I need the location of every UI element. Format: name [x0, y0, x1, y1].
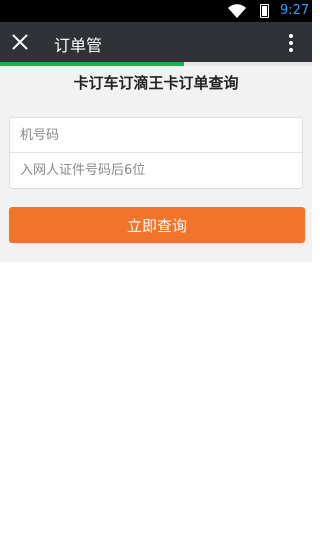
- input-group: [9, 117, 303, 189]
- id-last6-input[interactable]: [20, 153, 294, 188]
- app-bar-title: 订单管: [54, 36, 103, 55]
- phone-number-input[interactable]: [20, 118, 294, 153]
- id-row: [10, 153, 302, 188]
- close-icon[interactable]: [10, 32, 30, 52]
- top-app-bar: 订单管: [0, 22, 312, 65]
- query-button[interactable]: 立即查询: [9, 207, 305, 243]
- more-icon[interactable]: [286, 33, 296, 55]
- query-form-area: 卡订车订滴王卡订单查询 立即查询: [0, 66, 312, 262]
- page-heading: 卡订车订滴王卡订单查询: [73, 74, 239, 92]
- status-time: 9:27: [280, 3, 310, 18]
- query-page: 卡订车订滴王卡订单查询 立即查询: [0, 66, 312, 555]
- wifi-icon: [228, 4, 246, 18]
- phone-row: [10, 118, 302, 153]
- battery-icon: [260, 4, 269, 18]
- status-bar: 9:27: [0, 0, 312, 22]
